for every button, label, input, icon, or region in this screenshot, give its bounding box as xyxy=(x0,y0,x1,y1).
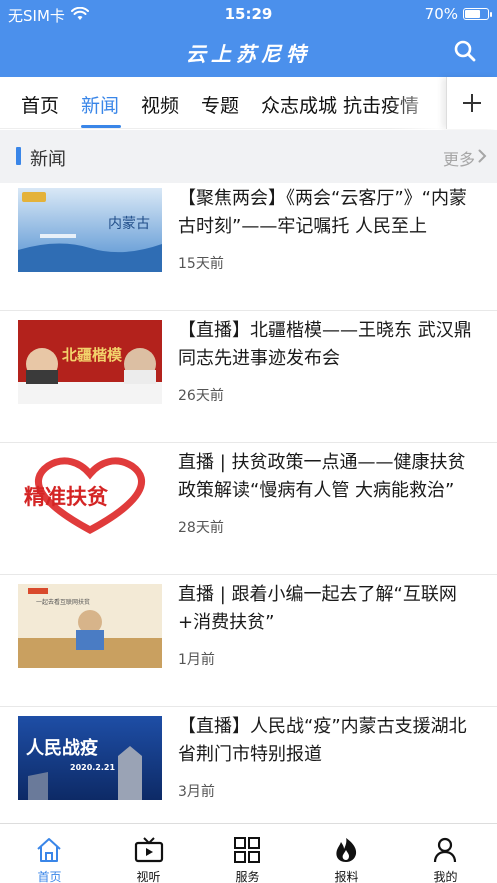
active-tab-indicator xyxy=(81,125,121,128)
tab-fade xyxy=(390,77,446,129)
search-icon[interactable] xyxy=(453,39,477,63)
tab-video[interactable]: 视频 xyxy=(141,91,179,118)
news-item-2[interactable]: 北疆楷模 【直播】北疆楷模——王晓东 武汉鼎同志先进事迹发布会 26天前 xyxy=(0,311,497,443)
tab-scroller[interactable]: 首页 新闻 视频 专题 众志成城 抗击疫情 xyxy=(0,77,446,129)
news-list[interactable]: 内蒙古 【聚焦两会】《两会“云客厅”》“内蒙古时刻”——牢记嘱托 人民至上 15… xyxy=(0,183,497,823)
news-time: 15天前 xyxy=(178,256,224,272)
news-thumbnail: 一起去看互联网扶贫 xyxy=(18,584,162,668)
section-marker xyxy=(16,147,21,165)
news-title[interactable]: 【聚焦两会】《两会“云客厅”》“内蒙古时刻”——牢记嘱托 人民至上 xyxy=(178,185,480,241)
battery-percent: 70% xyxy=(424,5,458,23)
tv-icon xyxy=(134,837,164,863)
thumb-caption: 内蒙古 xyxy=(108,216,150,232)
news-item-4[interactable]: 一起去看互联网扶贫 直播 | 跟着小编一起去了解“互联网+消费扶贫” 1月前 xyxy=(0,575,497,707)
add-tab-button[interactable] xyxy=(446,77,497,129)
news-thumbnail: 精准扶贫 xyxy=(18,452,162,536)
flame-icon xyxy=(336,838,357,862)
news-time: 3月前 xyxy=(178,784,215,800)
news-title[interactable]: 【直播】北疆楷模——王晓东 武汉鼎同志先进事迹发布会 xyxy=(178,317,480,373)
news-item-5[interactable]: 人民战疫 2020.2.21 【直播】人民战“疫”内蒙古支援湖北省荆门市特别报道… xyxy=(0,707,497,823)
home-icon xyxy=(37,838,61,862)
nav-home[interactable]: 首页 xyxy=(0,824,99,883)
news-time: 26天前 xyxy=(178,388,224,404)
nav-label: 我的 xyxy=(433,870,458,883)
battery-group: 70% xyxy=(424,5,492,23)
more-link[interactable]: 更多 xyxy=(443,146,475,170)
grid-icon xyxy=(234,837,260,863)
news-item-1[interactable]: 内蒙古 【聚焦两会】《两会“云客厅”》“内蒙古时刻”——牢记嘱托 人民至上 15… xyxy=(0,183,497,311)
news-time: 28天前 xyxy=(178,520,224,536)
news-thumbnail: 人民战疫 2020.2.21 xyxy=(18,716,162,800)
nav-label: 报料 xyxy=(334,870,359,883)
section-title: 新闻 xyxy=(30,149,66,170)
battery-icon xyxy=(463,8,492,20)
news-item-3[interactable]: 精准扶贫 直播 | 扶贫政策一点通——健康扶贫政策解读“慢病有人管 大病能救治”… xyxy=(0,443,497,575)
news-title[interactable]: 【直播】人民战“疫”内蒙古支援湖北省荆门市特别报道 xyxy=(178,713,480,769)
nav-services[interactable]: 服务 xyxy=(198,824,297,883)
nav-label: 视听 xyxy=(136,870,161,883)
thumb-caption: 北疆楷模 xyxy=(62,346,123,364)
nav-label: 首页 xyxy=(37,870,62,883)
nav-label: 服务 xyxy=(235,870,260,883)
thumb-caption: 一起去看互联网扶贫 xyxy=(36,598,90,606)
tab-topics[interactable]: 专题 xyxy=(201,91,239,118)
plus-icon xyxy=(463,94,481,112)
app-title: 云上苏尼特 xyxy=(186,42,311,66)
clock: 15:29 xyxy=(224,5,273,23)
chevron-right-icon[interactable] xyxy=(478,149,487,163)
status-bar: 无SIM卡 15:29 70% xyxy=(0,0,497,28)
section-header: 新闻 更多 xyxy=(0,130,497,183)
nav-profile[interactable]: 我的 xyxy=(396,824,495,883)
news-time: 1月前 xyxy=(178,652,215,668)
thumb-caption: 精准扶贫 xyxy=(24,484,109,509)
thumb-caption: 人民战疫 xyxy=(26,737,98,759)
app-header: 云上苏尼特 xyxy=(0,28,497,77)
news-title[interactable]: 直播 | 跟着小编一起去了解“互联网+消费扶贫” xyxy=(178,581,480,637)
category-tabs: 首页 新闻 视频 专题 众志成城 抗击疫情 xyxy=(0,77,497,129)
news-title[interactable]: 直播 | 扶贫政策一点通——健康扶贫政策解读“慢病有人管 大病能救治” xyxy=(178,449,480,505)
thumb-date: 2020.2.21 xyxy=(70,763,115,772)
user-icon xyxy=(433,837,457,863)
bottom-nav: 首页 视听 服务 报料 我的 xyxy=(0,823,497,883)
nav-media[interactable]: 视听 xyxy=(99,824,198,883)
news-thumbnail: 北疆楷模 xyxy=(18,320,162,404)
nav-report[interactable]: 报料 xyxy=(297,824,396,883)
tab-news[interactable]: 新闻 xyxy=(81,91,119,118)
news-thumbnail: 内蒙古 xyxy=(18,188,162,272)
tab-home[interactable]: 首页 xyxy=(21,91,59,118)
